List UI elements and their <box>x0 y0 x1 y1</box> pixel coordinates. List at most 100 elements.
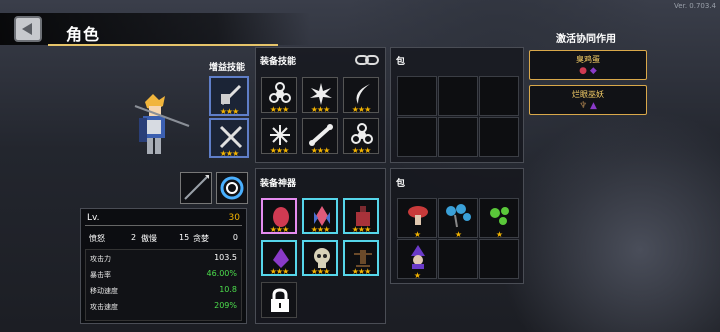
stat-value-move-speed: 10.8 <box>219 285 237 294</box>
equip-skill-slot-2[interactable]: ★★★ <box>302 77 338 114</box>
page-title: 角色 <box>66 25 101 44</box>
character-sprite <box>125 92 191 164</box>
skill-stars: ★★★ <box>351 146 372 155</box>
skill-bag-slot[interactable] <box>479 76 519 116</box>
skill-stars: ★★★ <box>351 105 372 114</box>
biohazard-icon <box>348 122 376 148</box>
artifact-bag-slot-2[interactable]: ★ <box>438 198 478 239</box>
root-creature-icon: ♆ <box>579 101 588 111</box>
growth-skill-label: 增益技能 <box>209 63 246 73</box>
crossed-swords-icon <box>217 124 245 150</box>
stat-value-attack: 103.5 <box>214 253 237 262</box>
tornado-icon <box>220 176 244 200</box>
stat-value-crit: 46.00% <box>206 269 237 278</box>
red-egg-icon: ● <box>579 66 588 76</box>
synergy-icons: ♆ ▲ <box>530 101 646 111</box>
skill-bag-slot[interactable] <box>438 76 478 116</box>
purple-gem-icon: ◆ <box>589 66 597 76</box>
synergy-name: 烂眼巫妖 <box>572 90 604 99</box>
stat-label-move-speed: 移动速度 <box>90 287 118 295</box>
growth-skill-slot-2[interactable]: ★★★ <box>209 118 249 158</box>
bone-chain-icon <box>307 122 335 148</box>
equip-skill-slot-4[interactable]: ★★★ <box>261 118 297 155</box>
item-stars: ★ <box>413 271 421 280</box>
level-label: Lv. <box>87 213 100 223</box>
link-icon <box>355 55 379 65</box>
skill-bag-slot[interactable] <box>397 117 437 157</box>
equip-skill-slot-6[interactable]: ★★★ <box>343 118 379 155</box>
witch-icon: ▲ <box>590 101 597 111</box>
spear-icon <box>184 175 209 200</box>
skill-stars: ★★★ <box>219 149 240 158</box>
equip-skill-label: 装备技能 <box>260 57 297 67</box>
skill-stars: ★★★ <box>310 105 331 114</box>
slash-icon <box>348 81 376 107</box>
skill-bag-slot[interactable] <box>438 117 478 157</box>
artifact-bag-slot-1[interactable]: ★ <box>397 198 437 239</box>
skill-stars: ★★★ <box>269 105 290 114</box>
equip-artifact-label: 装备神器 <box>260 179 297 189</box>
version-label: Ver. 0.703.4 <box>674 2 716 10</box>
artifact-slot-1[interactable]: ★★★ <box>261 198 297 234</box>
sparks-icon <box>266 122 294 148</box>
lock-icon <box>271 288 289 312</box>
synergy-name: 臭鸡蛋 <box>576 55 600 64</box>
equip-skill-slot-5[interactable]: ★★★ <box>302 118 338 155</box>
blue-spores-icon <box>445 203 473 229</box>
artifact-bag-slot-3[interactable]: ★ <box>479 198 519 239</box>
back-button[interactable] <box>14 16 42 42</box>
header-bar <box>0 13 310 45</box>
divider <box>85 225 242 226</box>
attr-value-anger: 2 <box>131 233 137 242</box>
stat-label-crit: 暴击率 <box>90 271 111 279</box>
equip-skill-slot-3[interactable]: ★★★ <box>343 77 379 114</box>
synergy-item-2[interactable]: 烂眼巫妖 ♆ ▲ <box>529 85 647 115</box>
stat-label-attack-speed: 攻击速度 <box>90 303 118 311</box>
level-value: 30 <box>228 213 240 223</box>
stat-label-attack: 攻击力 <box>90 255 111 263</box>
artifact-stars: ★★★ <box>269 225 290 234</box>
skill-stars: ★★★ <box>310 146 331 155</box>
attr-label-greed: 贪婪 <box>193 234 209 243</box>
artifact-stars: ★★★ <box>351 267 372 276</box>
growth-skill-slot-1[interactable]: ★★★ <box>209 76 249 116</box>
stat-value-attack-speed: 209% <box>214 301 237 310</box>
item-stars: ★ <box>454 230 462 239</box>
weapon-slot[interactable] <box>180 172 212 204</box>
skill-bag-slot[interactable] <box>479 117 519 157</box>
artifact-stars: ★★★ <box>310 225 331 234</box>
synergy-item-1[interactable]: 臭鸡蛋 ● ◆ <box>529 50 647 80</box>
artifact-slot-6[interactable]: ★★★ <box>343 240 379 276</box>
skill-stars: ★★★ <box>219 107 240 116</box>
skill-bag-label: 包 <box>396 57 406 67</box>
sword-shield-icon <box>217 82 245 108</box>
artifact-stars: ★★★ <box>269 267 290 276</box>
artifact-bag-slot-4[interactable]: ★ <box>397 239 437 280</box>
accessory-slot[interactable] <box>216 172 248 204</box>
item-stars: ★ <box>495 230 503 239</box>
equip-skill-slot-1[interactable]: ★★★ <box>261 77 297 114</box>
green-spores-icon <box>486 203 514 229</box>
attr-value-pride: 15 <box>179 233 190 242</box>
back-arrow-icon <box>22 23 32 35</box>
artifact-bag-slot-6[interactable] <box>479 239 519 279</box>
artifact-bag-slot-5[interactable] <box>438 239 478 279</box>
artifact-slot-2[interactable]: ★★★ <box>302 198 338 234</box>
artifact-slot-4[interactable]: ★★★ <box>261 240 297 276</box>
burst-icon <box>307 81 335 107</box>
synergy-icons: ● ◆ <box>530 66 646 76</box>
stats-panel: Lv. 30 愤怒 2 傲慢 15 贪婪 0 攻击力 103.5 暴击率 46.… <box>80 208 247 324</box>
artifact-stars: ★★★ <box>351 225 372 234</box>
skill-bag-slot[interactable] <box>397 76 437 116</box>
synergy-title: 激活协同作用 <box>556 34 616 45</box>
artifact-slot-5[interactable]: ★★★ <box>302 240 338 276</box>
artifact-slot-3[interactable]: ★★★ <box>343 198 379 234</box>
locked-artifact-slot[interactable] <box>261 282 297 318</box>
stat-list: 攻击力 103.5 暴击率 46.00% 移动速度 10.8 攻击速度 209% <box>85 249 242 321</box>
skill-stars: ★★★ <box>269 146 290 155</box>
item-stars: ★ <box>413 230 421 239</box>
biohazard-icon <box>266 81 294 107</box>
artifact-bag-label: 包 <box>396 179 406 189</box>
attr-label-pride: 傲慢 <box>141 234 157 243</box>
artifact-stars: ★★★ <box>310 267 331 276</box>
